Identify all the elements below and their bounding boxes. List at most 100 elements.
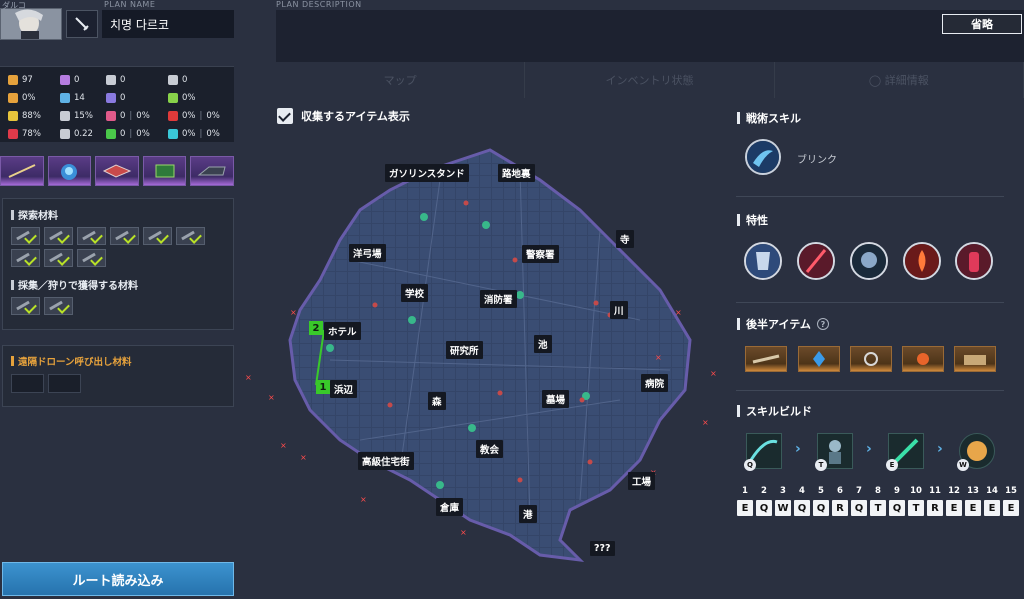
material-item[interactable]	[44, 297, 73, 315]
sequence-key[interactable]: E	[737, 500, 753, 516]
map-label-laboratory[interactable]: 研究所	[446, 341, 483, 359]
sequence-key[interactable]: Q	[756, 500, 772, 516]
orb-icon	[917, 353, 929, 365]
dagger-icon	[75, 17, 89, 31]
map-label-school[interactable]: 学校	[401, 284, 429, 302]
stat-run: 0.22	[60, 129, 93, 139]
sequence-level: 11	[929, 486, 941, 496]
map-label-archery[interactable]: 洋弓場	[349, 244, 386, 262]
late-item-2[interactable]	[798, 346, 840, 372]
separator: |	[129, 129, 133, 139]
late-item-3[interactable]	[850, 346, 892, 372]
map-label-temple[interactable]: 寺	[616, 230, 634, 248]
map-label-harbor[interactable]: 港	[519, 505, 537, 523]
chevron-right-icon: ›	[795, 441, 801, 457]
map-label-pond[interactable]: 池	[534, 335, 552, 353]
material-item[interactable]	[11, 297, 40, 315]
map-label-alley[interactable]: 路地裏	[498, 164, 535, 182]
tab-details[interactable]: ◯ 詳細情報	[775, 62, 1024, 98]
late-item-4[interactable]	[902, 346, 944, 372]
stat-value: 0%	[182, 111, 196, 121]
map-label-police[interactable]: 警察署	[522, 245, 559, 263]
sequence-key[interactable]: Q	[794, 500, 810, 516]
material-item[interactable]	[44, 249, 73, 267]
stat-value: 97	[22, 75, 33, 85]
trait-icon-3[interactable]	[850, 242, 888, 280]
build-skill-q[interactable]: Q	[744, 433, 782, 471]
map-label-gas-station[interactable]: ガソリンスタンド	[385, 164, 469, 182]
load-route-button[interactable]: ルート読み込み	[2, 562, 234, 596]
sequence-key[interactable]: Q	[813, 500, 829, 516]
character-portrait[interactable]	[0, 8, 62, 40]
material-item[interactable]	[77, 227, 106, 245]
map-label-hotel[interactable]: ホテル	[324, 322, 361, 340]
map-label-warehouse[interactable]: 倉庫	[436, 498, 464, 516]
show-items-checkbox[interactable]	[277, 108, 293, 124]
sequence-key[interactable]: E	[946, 500, 962, 516]
map-label-cemetery[interactable]: 墓場	[542, 390, 570, 408]
equip-arm-slot[interactable]	[142, 156, 187, 186]
build-skill-w[interactable]: W	[957, 433, 995, 471]
sequence-level: 5	[818, 486, 824, 496]
drone-slot[interactable]	[48, 374, 81, 393]
sequence-key[interactable]: W	[775, 500, 791, 516]
omit-button[interactable]: 省略	[942, 14, 1022, 34]
island-map[interactable]: ××× ××× ××× ××× ガソリンスタンド 路地裏 寺 洋弓場 警察署 学…	[240, 140, 730, 580]
equip-chest-slot[interactable]	[95, 156, 139, 186]
tactical-skill-name: ブリンク	[797, 155, 837, 166]
route-pin-1[interactable]: 1	[316, 380, 330, 394]
plan-name-label: PLAN NAME	[104, 0, 156, 9]
map-label-beach[interactable]: 浜辺	[330, 380, 358, 398]
sequence-key[interactable]: Q	[889, 500, 905, 516]
material-item[interactable]	[110, 227, 139, 245]
trait-icon-5[interactable]	[955, 242, 993, 280]
map-label-forest[interactable]: 森	[428, 392, 446, 410]
build-skill-e[interactable]: E	[886, 433, 924, 471]
sequence-key[interactable]: E	[984, 500, 1000, 516]
map-label-unknown[interactable]: ???	[590, 541, 615, 556]
equip-weapon-slot[interactable]	[0, 156, 44, 186]
tab-inventory[interactable]: インベントリ状態	[525, 62, 775, 98]
sequence-key[interactable]: R	[927, 500, 943, 516]
map-label-hospital[interactable]: 病院	[641, 374, 669, 392]
equip-leg-slot[interactable]	[190, 156, 234, 186]
material-item[interactable]	[77, 249, 106, 267]
late-item-5[interactable]	[954, 346, 996, 372]
plan-description-field[interactable]	[276, 10, 1024, 62]
help-icon[interactable]: ?	[816, 318, 829, 330]
show-items-toggle[interactable]: 収集するアイテム表示	[277, 108, 410, 124]
weapon-slot[interactable]	[66, 10, 98, 38]
sequence-key[interactable]: E	[965, 500, 981, 516]
sequence-key[interactable]: T	[908, 500, 924, 516]
trait-icon-2[interactable]	[797, 242, 835, 280]
map-label-church[interactable]: 教会	[476, 440, 504, 458]
material-item[interactable]	[143, 227, 172, 245]
map-label-river[interactable]: 川	[610, 301, 628, 319]
sequence-key[interactable]: E	[1003, 500, 1019, 516]
sequence-key[interactable]: R	[832, 500, 848, 516]
plan-name-field[interactable]: 치명 다르코	[102, 10, 234, 38]
material-item[interactable]	[11, 227, 40, 245]
equip-head-slot[interactable]	[47, 156, 92, 186]
material-item[interactable]	[176, 227, 205, 245]
regen-icon	[168, 129, 178, 139]
stat-extra-value: 0%	[206, 111, 220, 121]
sequence-level: 9	[894, 486, 900, 496]
build-skill-t[interactable]: T	[815, 433, 853, 471]
sequence-level: 8	[875, 486, 881, 496]
late-item-1[interactable]	[745, 346, 787, 372]
trait-icon-1[interactable]	[744, 242, 782, 280]
trait-icon-4[interactable]	[903, 242, 941, 280]
blink-skill-icon[interactable]	[745, 139, 781, 175]
sequence-key[interactable]: T	[870, 500, 886, 516]
material-item[interactable]	[11, 249, 40, 267]
route-pin-2[interactable]: 2	[309, 321, 323, 335]
map-label-fire-station[interactable]: 消防署	[480, 290, 517, 308]
map-label-factory[interactable]: 工場	[628, 472, 656, 490]
drone-slot[interactable]	[11, 374, 44, 393]
sequence-key[interactable]: Q	[851, 500, 867, 516]
tab-map[interactable]: マップ	[276, 62, 526, 98]
crit-dmg-icon	[8, 129, 18, 139]
material-item[interactable]	[44, 227, 73, 245]
map-label-uptown[interactable]: 高級住宅街	[358, 452, 414, 470]
